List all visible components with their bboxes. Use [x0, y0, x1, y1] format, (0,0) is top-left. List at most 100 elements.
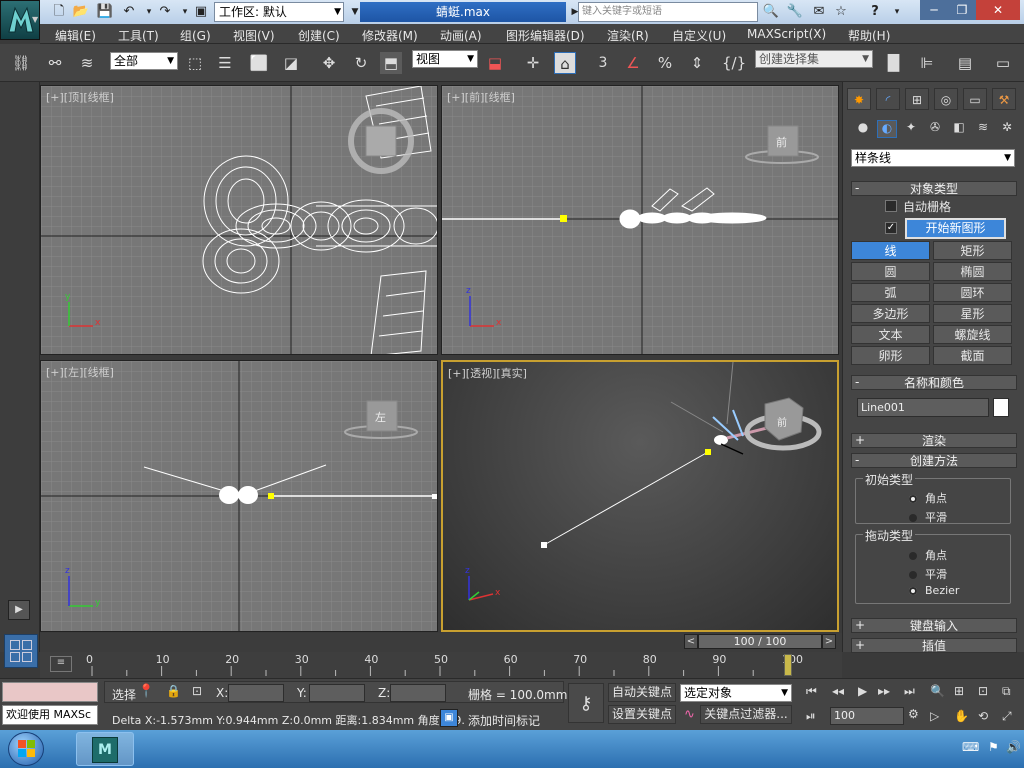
rollout-object-type[interactable]: - 对象类型: [851, 181, 1017, 196]
shape-button-helix[interactable]: 螺旋线: [933, 325, 1012, 344]
start-new-shape-checkbox[interactable]: ✓: [885, 222, 897, 234]
minimize-button[interactable]: ─: [920, 0, 948, 20]
x-coordinate-field[interactable]: [228, 684, 284, 702]
viewport-perspective[interactable]: [+][透视][真实] 前 x z: [441, 360, 839, 632]
unlink-icon[interactable]: ⚯: [44, 52, 66, 74]
adaptive-degradation-icon[interactable]: ▣: [440, 709, 458, 727]
open-file-icon[interactable]: 📂: [72, 3, 90, 21]
menu-views[interactable]: 视图(V): [233, 27, 275, 44]
play-icon[interactable]: ▶: [858, 684, 867, 698]
menu-animation[interactable]: 动画(A): [440, 27, 482, 44]
restore-button[interactable]: ❐: [948, 0, 976, 20]
next-key-icon[interactable]: ▸▸: [878, 684, 890, 698]
rollout-name-color[interactable]: - 名称和颜色: [851, 375, 1017, 390]
prev-key-icon[interactable]: ◂◂: [832, 684, 844, 698]
shape-button-ngon[interactable]: 多边形: [851, 304, 930, 323]
z-coordinate-field[interactable]: [390, 684, 446, 702]
subscription-icon[interactable]: 🔧: [786, 3, 804, 21]
field-of-view-icon[interactable]: ▷: [930, 709, 939, 723]
key-icon[interactable]: ⚷: [568, 683, 604, 723]
binoculars-icon[interactable]: 🔍: [762, 3, 780, 21]
absolute-mode-icon[interactable]: ⊡: [192, 684, 202, 698]
menu-graph-editors[interactable]: 图形编辑器(D): [506, 27, 585, 44]
new-file-icon[interactable]: 🗋: [50, 3, 68, 21]
align-icon[interactable]: ⊫: [916, 52, 938, 74]
autogrid-checkbox[interactable]: [885, 200, 897, 212]
menu-help[interactable]: 帮助(H): [848, 27, 890, 44]
undo-icon[interactable]: ↶: [120, 3, 138, 21]
close-button[interactable]: ✕: [976, 0, 1020, 20]
menu-edit[interactable]: 编辑(E): [55, 27, 96, 44]
viewcube-face-label[interactable]: 前: [777, 414, 787, 429]
select-object-icon[interactable]: ⬚: [184, 52, 206, 74]
window-crossing-icon[interactable]: ◪: [280, 52, 302, 74]
shape-button-text[interactable]: 文本: [851, 325, 930, 344]
category-select[interactable]: 样条线 ▼: [851, 149, 1015, 167]
pan-hand-icon[interactable]: ✋: [954, 709, 969, 723]
expand-panel-button[interactable]: ▶: [8, 600, 30, 620]
spinner-snap-icon[interactable]: ⇕: [686, 52, 708, 74]
display-tab-icon[interactable]: ▭: [963, 88, 987, 110]
shape-button-arc[interactable]: 弧: [851, 283, 930, 302]
object-color-swatch[interactable]: [993, 398, 1009, 417]
object-name-input[interactable]: Line001: [857, 398, 989, 417]
selection-filter-select[interactable]: 全部 ▼: [110, 52, 178, 70]
link-icon[interactable]: ⛓: [10, 52, 32, 74]
viewport-label[interactable]: [+][前][线框]: [447, 89, 515, 105]
named-selection-set-select[interactable]: 创建选择集 ▼: [755, 50, 873, 68]
maxscript-listener-input[interactable]: 欢迎使用 MAXSc: [2, 705, 98, 725]
menu-maxscript[interactable]: MAXScript(X): [747, 27, 826, 41]
shape-button-rectangle[interactable]: 矩形: [933, 241, 1012, 260]
rollout-interpolation[interactable]: + 插值: [851, 638, 1017, 653]
help-icon[interactable]: ?: [866, 3, 884, 21]
volume-tray-icon[interactable]: 🔊: [1006, 740, 1021, 754]
menu-group[interactable]: 组(G): [180, 27, 211, 44]
edit-named-selection-icon[interactable]: {/}: [722, 52, 746, 74]
maxscript-listener-pink[interactable]: [2, 682, 98, 702]
zoom-extents-icon[interactable]: ⊡: [978, 684, 988, 698]
viewport-left[interactable]: [+][左][线框] 左 y z: [40, 360, 438, 632]
shape-button-ellipse[interactable]: 椭圆: [933, 262, 1012, 281]
start-new-shape-button[interactable]: 开始新图形: [905, 218, 1006, 239]
viewport-label[interactable]: [+][透视][真实]: [448, 365, 527, 381]
menu-customize[interactable]: 自定义(U): [672, 27, 726, 44]
goto-end-icon[interactable]: ⏭: [904, 684, 915, 699]
hierarchy-tab-icon[interactable]: ⊞: [905, 88, 929, 110]
communication-center-icon[interactable]: ✉: [810, 3, 828, 21]
rectangular-selection-icon[interactable]: ⬜: [248, 52, 270, 74]
start-button[interactable]: [8, 732, 44, 766]
initial-type-smooth-radio[interactable]: 平滑: [909, 509, 947, 525]
shape-button-star[interactable]: 星形: [933, 304, 1012, 323]
workspace-select[interactable]: 工作区: 默认 ▼: [214, 2, 344, 22]
space-warps-icon[interactable]: ≋: [973, 120, 993, 134]
pivot-center-icon[interactable]: ⬓: [484, 52, 506, 74]
project-folder-icon[interactable]: ▣: [192, 3, 210, 21]
helpers-icon[interactable]: ◧: [949, 120, 969, 134]
geometry-icon[interactable]: ●: [853, 120, 873, 134]
time-configuration-icon[interactable]: ⚙: [908, 707, 919, 721]
viewport-layout-button[interactable]: [4, 634, 38, 668]
next-frame-button[interactable]: >: [822, 634, 836, 649]
shape-button-circle[interactable]: 圆: [851, 262, 930, 281]
current-frame-field[interactable]: 100: [830, 707, 904, 725]
shapes-icon[interactable]: ◐: [877, 120, 897, 138]
create-tab-icon[interactable]: ✸: [847, 88, 871, 110]
cameras-icon[interactable]: ✇: [925, 120, 945, 134]
time-slider[interactable]: 100 / 100: [698, 634, 822, 649]
favorites-star-icon[interactable]: ☆: [832, 3, 850, 21]
layer-manager-icon[interactable]: ▤: [954, 52, 976, 74]
zoom-extents-all-icon[interactable]: ⧉: [1002, 684, 1011, 699]
track-bar[interactable]: ≡ 0 10 20 30 40 50 60 70 80 90 100: [40, 652, 842, 678]
auto-key-button[interactable]: 自动关键点: [608, 683, 676, 702]
drag-type-corner-radio[interactable]: 角点: [909, 547, 947, 563]
maximize-viewport-icon[interactable]: ⤢: [1002, 709, 1012, 724]
isolate-pin-icon[interactable]: 📍: [138, 684, 154, 699]
taskbar-3dsmax-button[interactable]: M: [76, 732, 134, 766]
key-filters-button[interactable]: 关键点过滤器...: [700, 705, 792, 724]
rollout-rendering[interactable]: + 渲染: [851, 433, 1017, 448]
keyboard-tray-icon[interactable]: ⌨: [962, 740, 979, 754]
y-coordinate-field[interactable]: [309, 684, 365, 702]
zoom-icon[interactable]: 🔍: [930, 684, 945, 698]
save-icon[interactable]: 💾: [96, 3, 114, 21]
viewport-front[interactable]: [+][前][线框] 前 x z: [441, 85, 839, 355]
